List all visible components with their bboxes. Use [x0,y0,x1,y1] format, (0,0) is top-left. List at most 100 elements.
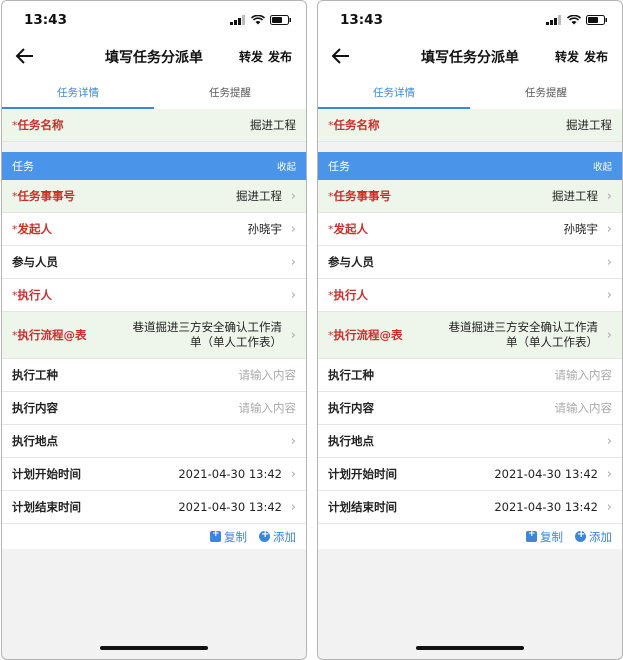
chevron-right-icon: › [290,254,296,270]
field-row-executor[interactable]: * 执行人 › [2,279,306,312]
spacer [318,142,622,152]
field-label: 执行流程@表 [17,328,87,342]
field-label: 发起人 [17,222,53,236]
nav-bar: 填写任务分派单 转发 发布 [2,41,306,73]
home-indicator[interactable] [100,646,208,650]
copy-plus-icon [210,529,221,542]
battery-icon [586,15,607,25]
field-label: 计划开始时间 [12,467,81,481]
field-label: 任务事事号 [17,189,76,203]
field-label: 执行工种 [328,368,374,382]
field-row-job-type[interactable]: 执行工种 请输入内容 [2,359,306,392]
field-label: 执行地点 [12,434,58,448]
phone-screen-right: 13:43 填写任务分派单 转发 发布 任务详情 任务提醒 * 任务名称 掘进工程… [317,0,623,660]
chevron-right-icon: › [606,188,612,204]
tab-task-details[interactable]: 任务详情 [318,73,470,109]
forward-button[interactable]: 转发 [239,48,263,65]
status-time: 13:43 [340,12,383,28]
field-row-plan-end[interactable]: 计划结束时间 2021-04-30 13:42 › [2,491,306,524]
content-input[interactable]: 请输入内容 [239,400,297,416]
tab-task-reminder[interactable]: 任务提醒 [154,73,306,109]
chevron-right-icon: › [606,221,612,237]
chevron-right-icon: › [290,188,296,204]
battery-icon [270,15,291,25]
status-icons [546,15,608,25]
tab-bar: 任务详情 任务提醒 [2,73,306,109]
task-name-label: 任务名称 [333,118,380,132]
field-row-initiator[interactable]: * 发起人 孙晓宇 › [2,213,306,246]
field-row-plan-start[interactable]: 计划开始时间 2021-04-30 13:42 › [2,458,306,491]
publish-button[interactable]: 发布 [584,48,608,65]
copy-label: 复制 [540,529,563,544]
field-row-location[interactable]: 执行地点 › [2,425,306,458]
field-label: 任务事事号 [333,189,392,203]
chevron-right-icon: › [606,499,612,515]
action-bar: 复制 添加 [2,524,306,549]
copy-button[interactable]: 复制 [526,529,563,545]
action-bar: 复制 添加 [318,524,622,549]
task-name-row[interactable]: * 任务名称 掘进工程 [2,109,306,142]
field-value: 掘进工程 [236,189,282,203]
field-row-task-number[interactable]: * 任务事事号 掘进工程 › [2,180,306,213]
chevron-right-icon: › [290,287,296,303]
field-row-participants[interactable]: 参与人员 › [318,246,622,279]
status-bar: 13:43 [2,1,306,41]
publish-button[interactable]: 发布 [268,48,292,65]
chevron-right-icon: › [606,287,612,303]
field-row-executor[interactable]: * 执行人 › [318,279,622,312]
chevron-right-icon: › [290,499,296,515]
task-name-label: 任务名称 [17,118,64,132]
field-row-execution-flow[interactable]: * 执行流程@表 巷道掘进三方安全确认工作清单（单人工作表） › [318,312,622,359]
spacer [2,142,306,152]
section-title: 任务 [328,160,350,173]
chevron-right-icon: › [606,433,612,449]
field-row-task-number[interactable]: * 任务事事号 掘进工程 › [318,180,622,213]
field-label: 参与人员 [12,255,58,269]
field-value: 掘进工程 [552,189,598,203]
field-label: 执行人 [333,288,369,302]
tab-bar: 任务详情 任务提醒 [318,73,622,109]
field-label: 执行地点 [328,434,374,448]
wifi-icon [567,15,581,25]
chevron-right-icon: › [290,327,296,343]
field-row-execution-flow[interactable]: * 执行流程@表 巷道掘进三方安全确认工作清单（单人工作表） › [2,312,306,359]
task-name-row[interactable]: * 任务名称 掘进工程 [318,109,622,142]
job-type-input[interactable]: 请输入内容 [555,367,613,383]
add-button[interactable]: 添加 [259,529,296,545]
field-label: 计划开始时间 [328,467,397,481]
field-value: 2021-04-30 13:42 [494,500,598,514]
field-row-job-type[interactable]: 执行工种 请输入内容 [318,359,622,392]
status-icons [230,15,292,25]
field-row-content[interactable]: 执行内容 请输入内容 [318,392,622,425]
section-header-task: 任务 收起 [2,152,306,180]
field-label: 执行内容 [328,401,374,415]
status-bar: 13:43 [318,1,622,41]
field-label: 计划结束时间 [328,500,397,514]
nav-bar: 填写任务分派单 转发 发布 [318,41,622,73]
field-label: 计划结束时间 [12,500,81,514]
field-row-initiator[interactable]: * 发起人 孙晓宇 › [318,213,622,246]
collapse-button[interactable]: 收起 [277,159,296,173]
chevron-right-icon: › [606,254,612,270]
collapse-button[interactable]: 收起 [593,159,612,173]
add-label: 添加 [589,529,612,544]
content-input[interactable]: 请输入内容 [555,400,613,416]
signal-icon [546,15,561,25]
field-value: 2021-04-30 13:42 [494,467,598,481]
field-row-plan-start[interactable]: 计划开始时间 2021-04-30 13:42 › [318,458,622,491]
tab-task-details[interactable]: 任务详情 [2,73,154,109]
task-name-value: 掘进工程 [566,118,612,132]
copy-button[interactable]: 复制 [210,529,247,545]
field-row-location[interactable]: 执行地点 › [318,425,622,458]
field-value: 巷道掘进三方安全确认工作清单（单人工作表） [448,320,599,349]
field-value: 巷道掘进三方安全确认工作清单（单人工作表） [132,320,283,349]
field-row-plan-end[interactable]: 计划结束时间 2021-04-30 13:42 › [318,491,622,524]
field-label: 发起人 [333,222,369,236]
forward-button[interactable]: 转发 [555,48,579,65]
field-row-participants[interactable]: 参与人员 › [2,246,306,279]
add-button[interactable]: 添加 [575,529,612,545]
field-row-content[interactable]: 执行内容 请输入内容 [2,392,306,425]
job-type-input[interactable]: 请输入内容 [239,367,297,383]
tab-task-reminder[interactable]: 任务提醒 [470,73,622,109]
home-indicator[interactable] [416,646,524,650]
